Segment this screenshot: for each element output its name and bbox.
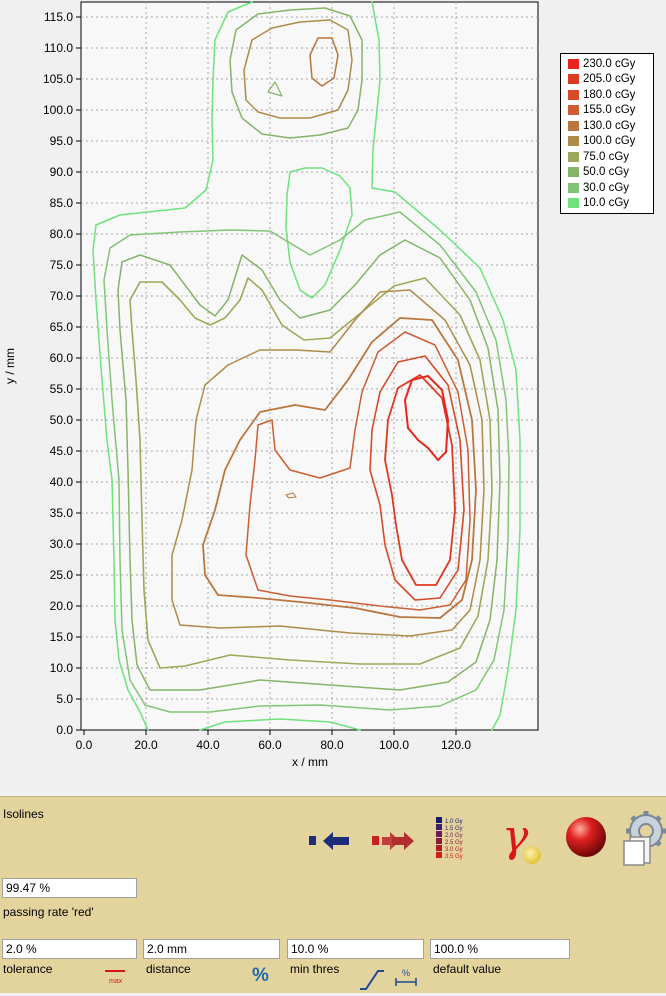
settings-gear-icon[interactable]: [620, 807, 666, 867]
x-axis-title: x / mm: [292, 755, 328, 769]
x-tick-label: 20.0: [134, 738, 158, 752]
y-tick-label: 25.0: [50, 568, 74, 582]
gamma-symbol: γ: [502, 811, 529, 862]
y-tick-label: 100.0: [43, 103, 73, 117]
y-tick-label: 95.0: [50, 134, 74, 148]
legend-swatch: [568, 120, 579, 131]
isoline-plot: 0.0 20.0 40.0 60.0 80.0 100.0 120.0 0.0 5.0 10.0…: [0, 0, 666, 795]
default-value-label: default value: [433, 962, 502, 976]
legend-icon-label-3: 2.0 Gy: [445, 833, 463, 839]
y-tick-label: 105.0: [43, 72, 73, 86]
legend-swatch: [568, 74, 579, 85]
y-tick-label: 50.0: [50, 413, 74, 427]
legend-icon-label-2: 1.5 Gy: [445, 826, 463, 832]
record-icon[interactable]: [564, 815, 610, 861]
legend-icon-label-5: 3.0 Gy: [445, 847, 463, 853]
legend-label: 100.0 cGy: [583, 135, 636, 148]
legend-label: 50.0 cGy: [583, 166, 630, 179]
y-tick-label: 30.0: [50, 537, 74, 551]
y-tick-label: 5.0: [56, 692, 73, 706]
legend-swatch: [568, 58, 579, 69]
arrow-right-icon[interactable]: [370, 828, 416, 854]
y-tick-label: 65.0: [50, 320, 74, 334]
legend-item: 180.0 cGy: [561, 87, 653, 103]
legend-label: 30.0 cGy: [583, 181, 630, 194]
legend-item: 155.0 cGy: [561, 103, 653, 119]
tolerance-label: tolerance: [3, 962, 53, 976]
y-axis-title: y / mm: [3, 348, 17, 384]
legend-label: 230.0 cGy: [583, 57, 636, 70]
y-tick-label: 0.0: [56, 723, 73, 737]
passing-rate-field[interactable]: 99.47 %: [2, 878, 137, 898]
legend-item: 30.0 cGy: [561, 180, 653, 196]
legend-swatch: [568, 167, 579, 178]
legend-icon-label-6: 3.5 Gy: [445, 854, 463, 860]
legend-label: 205.0 cGy: [583, 73, 636, 86]
x-tick-label: 60.0: [258, 738, 282, 752]
legend-icon-label-1: 1.0 Gy: [445, 819, 463, 825]
y-tick-label: 115.0: [44, 10, 73, 24]
y-tick-label: 90.0: [50, 165, 74, 179]
y-tick-label: 55.0: [50, 382, 74, 396]
passing-rate-label: passing rate 'red': [3, 905, 94, 919]
x-tick-label: 40.0: [196, 738, 220, 752]
y-axis-ticks: 0.0 5.0 10.0 15.0 20.0 25.0 30.0 35.0 40.0 45.0 50…: [43, 10, 81, 737]
x-tick-label: 100.0: [379, 738, 409, 752]
panel-title: Isolines: [3, 807, 44, 821]
tolerance-field[interactable]: 2.0 %: [2, 939, 137, 959]
x-tick-label: 80.0: [320, 738, 344, 752]
x-tick-label: 120.0: [441, 738, 471, 752]
y-tick-label: 45.0: [50, 444, 74, 458]
y-tick-label: 75.0: [50, 258, 74, 272]
distance-field[interactable]: 2.0 mm: [143, 939, 280, 959]
gamma-icon[interactable]: γ: [500, 811, 548, 867]
legend-label: 10.0 cGy: [583, 197, 630, 210]
legend-item: 100.0 cGy: [561, 134, 653, 150]
legend-swatch: [568, 89, 579, 100]
legend-swatch: [568, 136, 579, 147]
y-tick-label: 20.0: [50, 599, 74, 613]
isodose-legend-icon[interactable]: 1.0 Gy 1.5 Gy 2.0 Gy 2.5 Gy 3.0 Gy 3.5 G…: [436, 815, 480, 867]
y-tick-label: 80.0: [50, 227, 74, 241]
y-tick-label: 15.0: [50, 630, 74, 644]
legend-item: 10.0 cGy: [561, 196, 653, 212]
legend-label: 180.0 cGy: [583, 88, 636, 101]
min-thres-label: min thres: [290, 962, 340, 976]
legend-swatch: [568, 151, 579, 162]
y-tick-label: 40.0: [50, 475, 74, 489]
legend-swatch: [568, 198, 579, 209]
legend-swatch: [568, 105, 579, 116]
percent-button[interactable]: %: [252, 965, 276, 989]
legend-item: 75.0 cGy: [561, 149, 653, 165]
max-icon-text: max: [109, 978, 123, 985]
arrow-left-icon[interactable]: [307, 828, 353, 854]
distance-label: distance: [146, 962, 191, 976]
legend-item: 50.0 cGy: [561, 165, 653, 181]
legend-swatch: [568, 182, 579, 193]
y-tick-label: 35.0: [50, 506, 74, 520]
x-axis-ticks: 0.0 20.0 40.0 60.0 80.0 100.0 120.0: [76, 730, 471, 752]
slope-icon-percent: %: [402, 968, 410, 978]
y-tick-label: 110.0: [44, 41, 73, 55]
y-tick-label: 60.0: [50, 351, 74, 365]
max-indicator-icon[interactable]: max: [103, 967, 127, 987]
chart-legend: 230.0 cGy 205.0 cGy 180.0 cGy 155.0 cGy 130.…: [560, 53, 654, 214]
default-value-field[interactable]: 100.0 %: [430, 939, 570, 959]
threshold-slope-icon[interactable]: %: [358, 967, 420, 991]
y-tick-label: 85.0: [50, 196, 74, 210]
legend-item: 205.0 cGy: [561, 72, 653, 88]
y-tick-label: 10.0: [50, 661, 74, 675]
legend-label: 130.0 cGy: [583, 119, 636, 132]
min-thres-field[interactable]: 10.0 %: [287, 939, 424, 959]
y-tick-label: 70.0: [50, 289, 74, 303]
legend-item: 130.0 cGy: [561, 118, 653, 134]
legend-item: 230.0 cGy: [561, 56, 653, 72]
isolines-panel: Isolines 1.0 Gy 1.5 Gy 2.0 Gy 2.5 Gy 3.0…: [0, 796, 666, 993]
plot-background: [80, 1, 539, 731]
x-tick-label: 0.0: [76, 738, 93, 752]
legend-label: 75.0 cGy: [583, 150, 630, 163]
legend-icon-label-4: 2.5 Gy: [445, 840, 463, 846]
legend-label: 155.0 cGy: [583, 104, 636, 117]
